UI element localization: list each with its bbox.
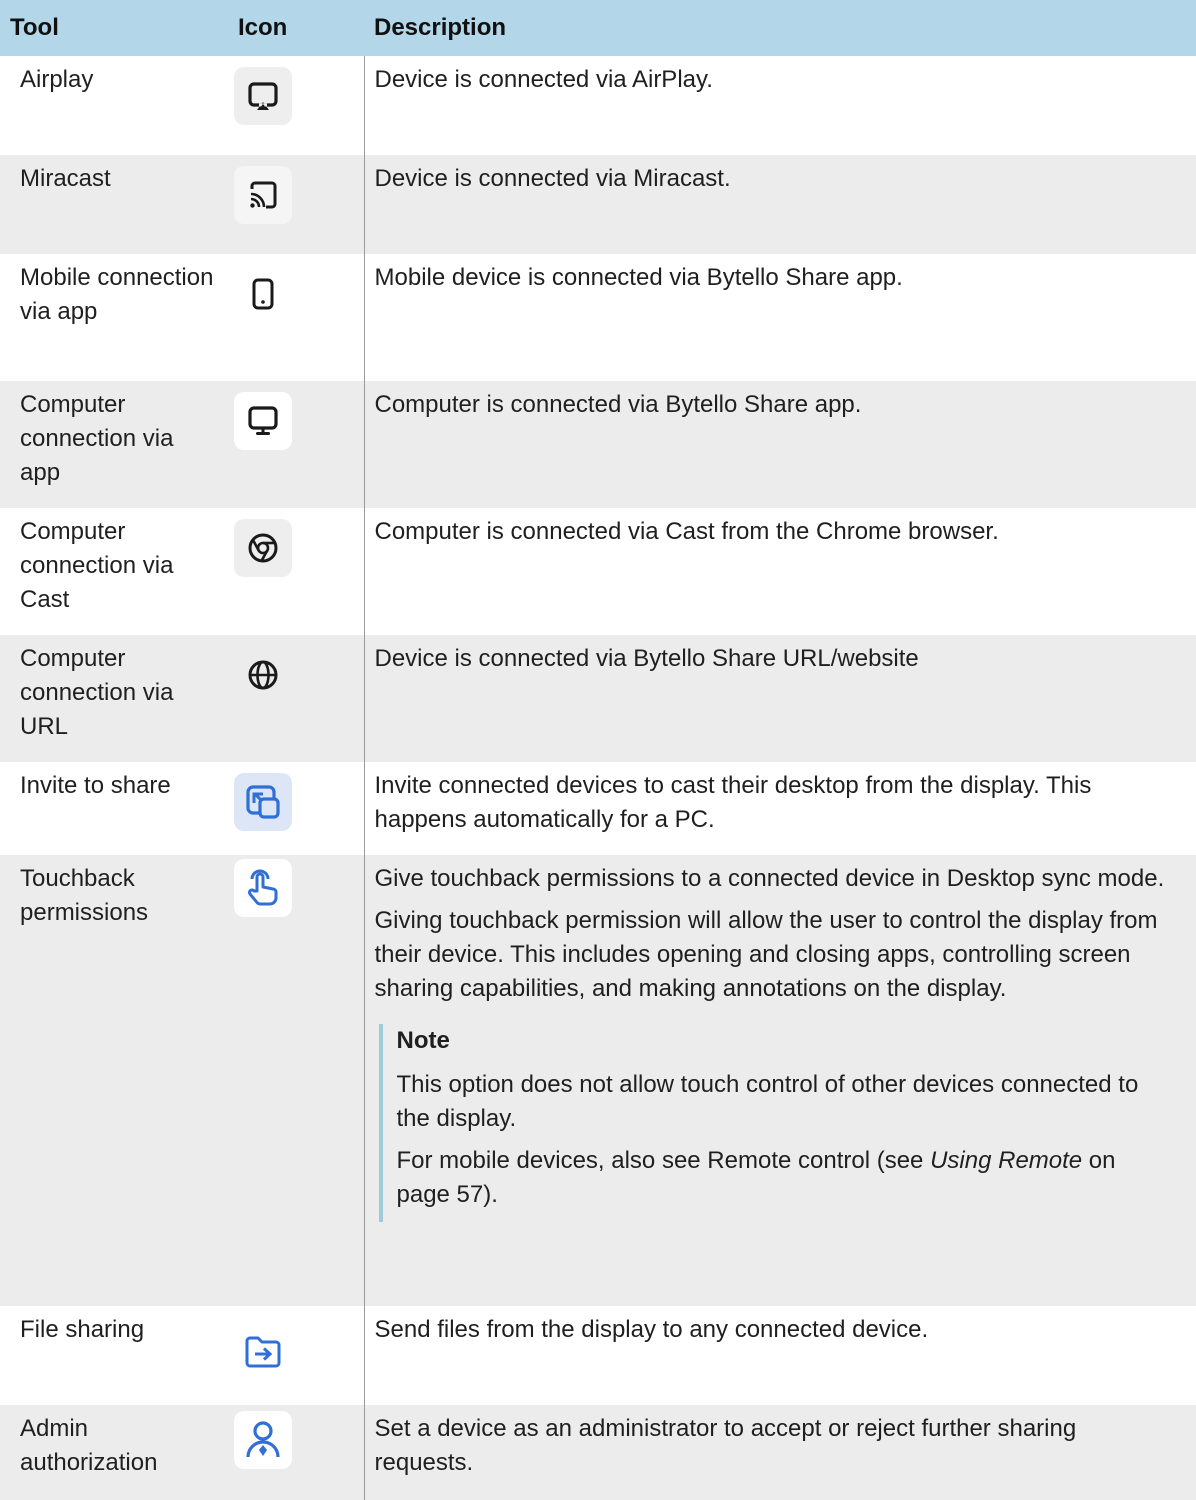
note-box: Note This option does not allow touch co… [378, 1024, 1175, 1222]
tool-name: Airplay [20, 66, 94, 93]
airplay-icon [234, 67, 292, 125]
tool-name: Invite to share [20, 772, 171, 799]
table-row: Miracast Device is connected via Miracas… [0, 155, 1196, 254]
note-reference-prefix: For mobile devices, also see Remote cont… [396, 1147, 931, 1174]
tool-description: Device is connected via AirPlay. [374, 66, 713, 93]
header-icon: Icon [226, 0, 364, 56]
tools-table: Tool Icon Description Airplay Device is … [0, 0, 1196, 1500]
table-row: Invite to share Invite connected devices… [0, 762, 1196, 855]
file-share-icon [234, 1322, 292, 1380]
header-tool: Tool [0, 0, 226, 56]
table-row: File sharing Send files from the display… [0, 1306, 1196, 1405]
table-row: Computer connection via app Computer is … [0, 381, 1196, 508]
tool-name: Computer connection via URL [0, 635, 226, 762]
touch-hand-icon [234, 859, 292, 917]
tool-description: Computer is connected via Cast from the … [374, 518, 999, 545]
note-title: Note [396, 1027, 450, 1054]
tool-description: Device is connected via Miracast. [364, 155, 1196, 254]
tool-description: Invite connected devices to cast their d… [374, 772, 1092, 833]
globe-icon [234, 646, 292, 704]
tool-name: Computer connection via Cast [20, 518, 174, 613]
table-row: Admin authorization Set a device as an a… [0, 1405, 1196, 1500]
tool-name: File sharing [20, 1316, 145, 1343]
table-row: Computer connection via URL Device is co… [0, 635, 1196, 762]
tool-description: Set a device as an administrator to acce… [364, 1405, 1196, 1500]
chrome-icon [234, 519, 292, 577]
table-row: Touchback permissions Give touchback per… [0, 855, 1196, 1306]
using-remote-link[interactable]: Using Remote [930, 1147, 1082, 1174]
note-text-reference: For mobile devices, also see Remote cont… [397, 1144, 1175, 1212]
tool-description: Computer is connected via Bytello Share … [364, 381, 1196, 508]
tool-name: Admin authorization [0, 1405, 226, 1500]
mobile-device-icon [234, 265, 292, 323]
tool-description: Send files from the display to any conne… [374, 1316, 929, 1343]
table-header-row: Tool Icon Description [0, 0, 1196, 56]
header-description: Description [364, 0, 1196, 56]
table-row: Computer connection via Cast Computer is… [0, 508, 1196, 635]
note-text: This option does not allow touch control… [396, 1071, 1139, 1132]
miracast-icon [234, 166, 292, 224]
monitor-icon [234, 392, 292, 450]
table-row: Airplay Device is connected via AirPlay. [0, 56, 1196, 155]
table-row: Mobile connection via app Mobile device … [0, 254, 1196, 381]
tool-description: Mobile device is connected via Bytello S… [374, 264, 903, 291]
admin-user-icon [234, 1411, 292, 1469]
tool-description: Give touchback permissions to a connecte… [374, 865, 1165, 892]
tool-description: Device is connected via Bytello Share UR… [364, 635, 1196, 762]
tool-name: Mobile connection via app [20, 264, 214, 325]
tool-name: Miracast [0, 155, 226, 254]
invite-share-icon [234, 773, 292, 831]
tool-name: Touchback permissions [0, 855, 226, 1306]
tool-name: Computer connection via app [0, 381, 226, 508]
tool-description-detail: Giving touchback permission will allow t… [374, 907, 1158, 1002]
